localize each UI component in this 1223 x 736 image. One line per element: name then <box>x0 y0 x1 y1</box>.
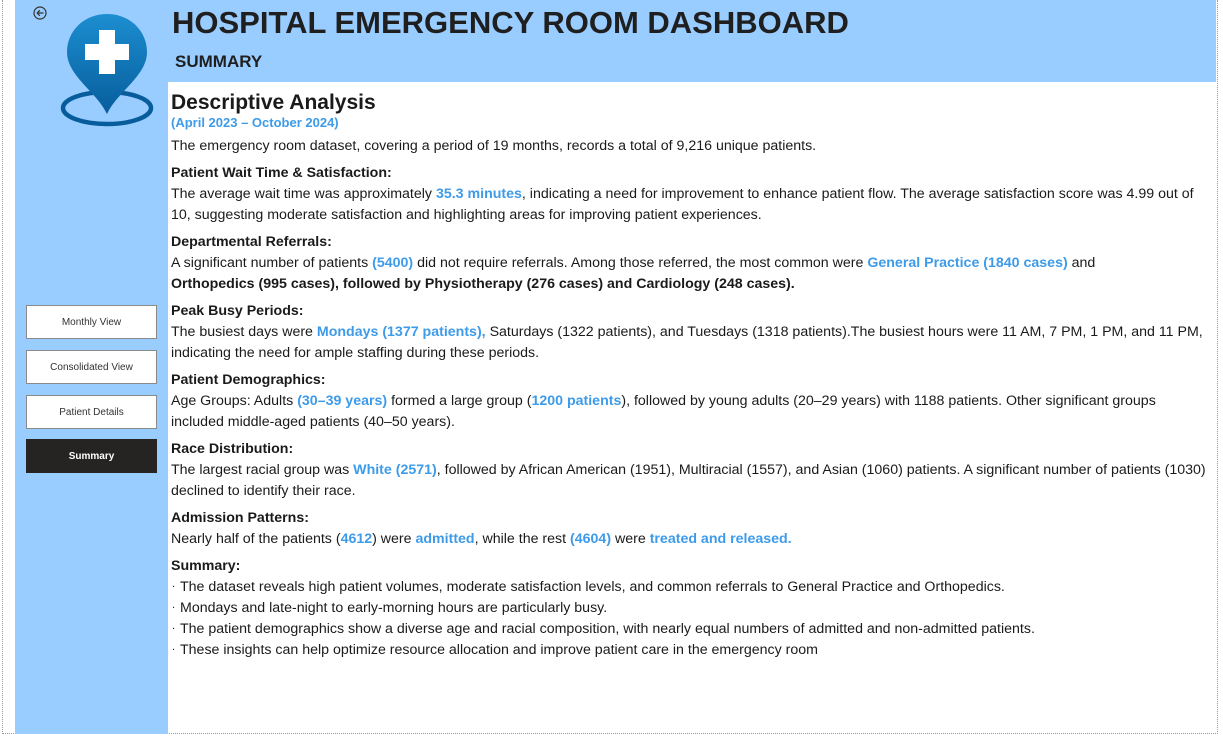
section-title: Departmental Referrals: <box>171 234 332 250</box>
page-subtitle: SUMMARY <box>175 52 263 71</box>
text: were <box>611 531 650 547</box>
bold-text: Orthopedics (995 cases), followed by Phy… <box>171 276 795 292</box>
list-item: Mondays and late-night to early-morning … <box>171 595 1207 619</box>
referrals-section: Departmental Referrals: A significant nu… <box>171 232 1207 295</box>
section-title: Peak Busy Periods: <box>171 303 304 319</box>
list-item: The patient demographics show a diverse … <box>171 616 1207 640</box>
page-header: HOSPITAL EMERGENCY ROOM DASHBOARD SUMMAR… <box>168 0 1216 82</box>
admission-section: Admission Patterns: Nearly half of the p… <box>171 508 1207 550</box>
nav-button-label: Consolidated View <box>50 361 133 373</box>
highlight: 4612 <box>340 531 373 547</box>
text: The average wait time was approximately <box>171 186 436 202</box>
text: formed a large group ( <box>387 393 532 409</box>
list-item: These insights can help optimize resourc… <box>171 637 1207 661</box>
date-range: (April 2023 – October 2024) <box>171 115 339 130</box>
highlight: Mondays (1377 patients), <box>316 324 486 340</box>
text: Age Groups: Adults <box>171 393 298 409</box>
nav-monthly-view-button[interactable]: Monthly View <box>26 305 157 339</box>
highlight: (30–39 years) <box>297 393 388 409</box>
hospital-location-pin-icon <box>60 14 154 127</box>
peak-periods-section: Peak Busy Periods: The busiest days were… <box>171 301 1207 364</box>
section-title: Patient Wait Time & Satisfaction: <box>171 165 392 181</box>
highlight: White (2571) <box>353 462 437 478</box>
text: ) were <box>372 531 416 547</box>
nav-summary-button[interactable]: Summary <box>26 439 157 473</box>
highlight: treated and released. <box>649 531 792 547</box>
page-title: HOSPITAL EMERGENCY ROOM DASHBOARD <box>172 5 849 40</box>
nav-patient-details-button[interactable]: Patient Details <box>26 395 157 429</box>
text: did not require referrals. Among those r… <box>413 255 868 271</box>
summary-list: The dataset reveals high patient volumes… <box>171 574 1207 661</box>
highlight: (4604) <box>570 531 612 547</box>
summary-content: Descriptive Analysis (April 2023 – Octob… <box>171 90 1207 661</box>
text: , while the rest <box>474 531 571 547</box>
section-title: Patient Demographics: <box>171 372 326 388</box>
text: and <box>1067 255 1096 271</box>
wait-time-section: Patient Wait Time & Satisfaction: The av… <box>171 163 1207 226</box>
intro-paragraph: The emergency room dataset, covering a p… <box>171 138 817 154</box>
section-title: Admission Patterns: <box>171 510 309 526</box>
back-arrow-circle-icon[interactable] <box>33 6 47 20</box>
analysis-title: Descriptive Analysis <box>171 91 376 114</box>
text: Nearly half of the patients ( <box>171 531 341 547</box>
highlight: admitted <box>415 531 475 547</box>
highlight: (5400) <box>372 255 414 271</box>
summary-section: Summary: The dataset reveals high patien… <box>171 556 1207 661</box>
highlight: 1200 patients <box>531 393 622 409</box>
list-item: The dataset reveals high patient volumes… <box>171 574 1207 598</box>
highlight: General Practice (1840 cases) <box>867 255 1068 271</box>
text: The largest racial group was <box>171 462 354 478</box>
highlight: 35.3 minutes <box>435 186 522 202</box>
race-section: Race Distribution: The largest racial gr… <box>171 439 1207 502</box>
nav-button-label: Monthly View <box>61 316 122 328</box>
section-title: Summary: <box>171 558 241 574</box>
nav-button-label: Patient Details <box>59 406 124 418</box>
nav-button-label: Summary <box>68 450 115 462</box>
text: The busiest days were <box>171 324 317 340</box>
text: A significant number of patients <box>171 255 373 271</box>
nav-consolidated-view-button[interactable]: Consolidated View <box>26 350 157 384</box>
sidebar: Monthly View Consolidated View Patient D… <box>15 0 168 734</box>
section-title: Race Distribution: <box>171 441 294 457</box>
demographics-section: Patient Demographics: Age Groups: Adults… <box>171 370 1207 433</box>
